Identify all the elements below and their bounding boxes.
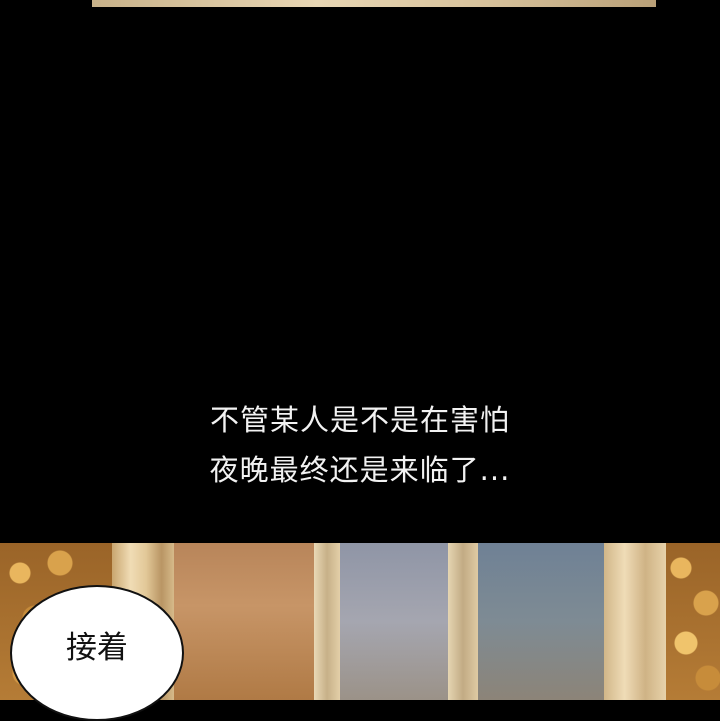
narration-caption: 不管某人是不是在害怕 夜晚最终还是来临了... xyxy=(0,395,720,495)
door-panel xyxy=(478,543,604,700)
door-panel xyxy=(174,543,314,700)
door-panel xyxy=(340,543,448,700)
narration-line-1: 不管某人是不是在害怕 xyxy=(209,403,510,437)
wall-pillar xyxy=(604,543,666,700)
narration-line-2: 夜晚最终还是来临了... xyxy=(209,453,511,487)
wall-pillar xyxy=(314,543,340,700)
speech-bubble-text: 接着 xyxy=(66,630,128,666)
wall-pillar xyxy=(448,543,478,700)
stone-wall-right xyxy=(666,543,720,700)
